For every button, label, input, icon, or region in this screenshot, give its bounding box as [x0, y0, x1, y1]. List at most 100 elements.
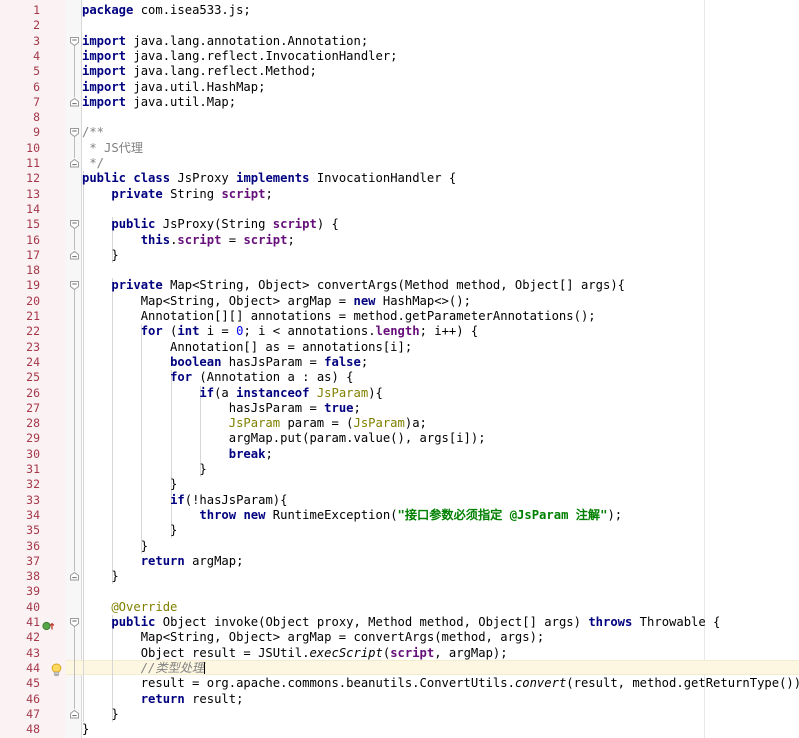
line-content[interactable]: */ — [82, 156, 104, 171]
code-line[interactable]: 6 import java.util.HashMap; — [0, 80, 799, 95]
code-line[interactable]: 16 this.script = script; — [0, 233, 799, 248]
code-line[interactable]: 27 hasJsParam = true; — [0, 401, 799, 416]
line-content[interactable]: for (int i = 0; i < annotations.length; … — [82, 324, 479, 339]
line-number[interactable]: 37 — [0, 554, 40, 569]
line-content[interactable]: import java.util.HashMap; — [82, 80, 265, 95]
code-line[interactable]: 41 public Object invoke(Object proxy, Me… — [0, 615, 799, 630]
code-line[interactable]: 32 } — [0, 477, 799, 492]
line-content[interactable]: import java.lang.reflect.InvocationHandl… — [82, 49, 398, 64]
code-line[interactable]: 3 import java.lang.annotation.Annotation; — [0, 34, 799, 49]
line-number[interactable]: 31 — [0, 462, 40, 477]
line-number[interactable]: 41 — [0, 615, 40, 630]
line-number[interactable]: 29 — [0, 431, 40, 446]
line-number[interactable]: 2 — [0, 18, 40, 33]
line-number[interactable]: 14 — [0, 202, 40, 217]
line-number[interactable]: 35 — [0, 523, 40, 538]
line-number[interactable]: 20 — [0, 294, 40, 309]
line-number[interactable]: 11 — [0, 156, 40, 171]
line-content[interactable]: throw new RuntimeException("接口参数必须指定 @Js… — [82, 508, 622, 523]
code-line[interactable]: 15 public JsProxy(String script) { — [0, 217, 799, 232]
line-content[interactable]: result = org.apache.commons.beanutils.Co… — [82, 676, 799, 691]
code-line[interactable]: 48} — [0, 722, 799, 737]
line-number[interactable]: 47 — [0, 707, 40, 722]
code-line[interactable]: 25 for (Annotation a : as) { — [0, 370, 799, 385]
line-content[interactable]: import java.lang.reflect.Method; — [82, 64, 317, 79]
line-number[interactable]: 18 — [0, 263, 40, 278]
line-number[interactable]: 23 — [0, 340, 40, 355]
line-content[interactable]: } — [82, 569, 118, 584]
line-content[interactable]: } — [82, 462, 206, 477]
line-content[interactable]: /** — [82, 125, 104, 140]
line-content[interactable]: this.script = script; — [82, 233, 295, 248]
line-number[interactable]: 44 — [0, 661, 40, 676]
line-content[interactable]: Object result = JSUtil.execScript(script… — [82, 646, 508, 661]
code-line[interactable]: 20 Map<String, Object> argMap = new Hash… — [0, 294, 799, 309]
intention-bulb-icon[interactable] — [50, 662, 63, 676]
line-content[interactable]: import java.lang.annotation.Annotation; — [82, 34, 368, 49]
line-content[interactable]: public Object invoke(Object proxy, Metho… — [82, 615, 720, 630]
code-line[interactable]: 39 — [0, 584, 799, 599]
line-content[interactable]: } — [82, 539, 148, 554]
line-content[interactable]: return argMap; — [82, 554, 244, 569]
line-content[interactable]: Map<String, Object> argMap = convertArgs… — [82, 630, 545, 645]
line-number[interactable]: 22 — [0, 324, 40, 339]
line-number[interactable]: 13 — [0, 187, 40, 202]
code-line[interactable]: 12 public class JsProxy implements Invoca… — [0, 171, 799, 186]
code-line[interactable]: 28 JsParam param = (JsParam)a; — [0, 416, 799, 431]
code-line[interactable]: 43 Object result = JSUtil.execScript(scr… — [0, 646, 799, 661]
line-number[interactable]: 10 — [0, 141, 40, 156]
code-line[interactable]: 4 import java.lang.reflect.InvocationHand… — [0, 49, 799, 64]
code-line[interactable]: 34 throw new RuntimeException("接口参数必须指定 … — [0, 508, 799, 523]
line-number[interactable]: 8 — [0, 110, 40, 125]
code-line[interactable]: 5 import java.lang.reflect.Method; — [0, 64, 799, 79]
code-line[interactable]: 40 @Override — [0, 600, 799, 615]
code-editor[interactable]: 1 package com.isea533.js; 2 3 import java.la… — [0, 0, 799, 738]
override-method-icon[interactable] — [42, 617, 56, 631]
code-line[interactable]: 42 Map<String, Object> argMap = convertA… — [0, 630, 799, 645]
line-content[interactable]: Annotation[] as = annotations[i]; — [82, 340, 412, 355]
code-line[interactable]: 8 — [0, 110, 799, 125]
line-content[interactable]: if(!hasJsParam){ — [82, 493, 287, 508]
line-number[interactable]: 48 — [0, 722, 40, 737]
line-number[interactable]: 45 — [0, 676, 40, 691]
line-number[interactable]: 25 — [0, 370, 40, 385]
line-number[interactable]: 27 — [0, 401, 40, 416]
line-content[interactable]: } — [82, 722, 89, 737]
line-number[interactable]: 24 — [0, 355, 40, 370]
line-number[interactable]: 7 — [0, 95, 40, 110]
code-line[interactable]: 18 — [0, 263, 799, 278]
line-content[interactable]: private Map<String, Object> convertArgs(… — [82, 278, 625, 293]
line-content[interactable]: public JsProxy(String script) { — [82, 217, 338, 232]
line-number[interactable]: 38 — [0, 569, 40, 584]
line-number[interactable]: 16 — [0, 233, 40, 248]
line-number[interactable]: 26 — [0, 386, 40, 401]
line-number[interactable]: 42 — [0, 630, 40, 645]
line-number[interactable]: 12 — [0, 171, 40, 186]
line-number[interactable]: 9 — [0, 125, 40, 140]
line-content[interactable]: return result; — [82, 692, 244, 707]
line-number[interactable]: 17 — [0, 248, 40, 263]
code-line[interactable]: 26 if(a instanceof JsParam){ — [0, 386, 799, 401]
line-number[interactable]: 43 — [0, 646, 40, 661]
code-line[interactable]: 30 break; — [0, 447, 799, 462]
line-number[interactable]: 30 — [0, 447, 40, 462]
line-content[interactable]: } — [82, 477, 177, 492]
code-line[interactable]: 45 result = org.apache.commons.beanutils… — [0, 676, 799, 691]
line-number[interactable]: 39 — [0, 584, 40, 599]
code-line[interactable]: 31 } — [0, 462, 799, 477]
code-line[interactable]: 7 import java.util.Map; — [0, 95, 799, 110]
line-content[interactable]: JsParam param = (JsParam)a; — [82, 416, 427, 431]
code-line[interactable]: 23 Annotation[] as = annotations[i]; — [0, 340, 799, 355]
line-content[interactable]: * JS代理 — [82, 141, 143, 156]
code-line[interactable]: 22 for (int i = 0; i < annotations.lengt… — [0, 324, 799, 339]
code-line[interactable]: 46 return result; — [0, 692, 799, 707]
line-number[interactable]: 32 — [0, 477, 40, 492]
code-line[interactable]: 17 } — [0, 248, 799, 263]
code-line[interactable]: 2 — [0, 18, 799, 33]
line-number[interactable]: 15 — [0, 217, 40, 232]
code-line[interactable]: 1 package com.isea533.js; — [0, 3, 799, 18]
line-content[interactable]: Annotation[][] annotations = method.getP… — [82, 309, 596, 324]
line-content[interactable]: if(a instanceof JsParam){ — [82, 386, 382, 401]
line-content[interactable]: for (Annotation a : as) { — [82, 370, 353, 385]
line-number[interactable]: 33 — [0, 493, 40, 508]
